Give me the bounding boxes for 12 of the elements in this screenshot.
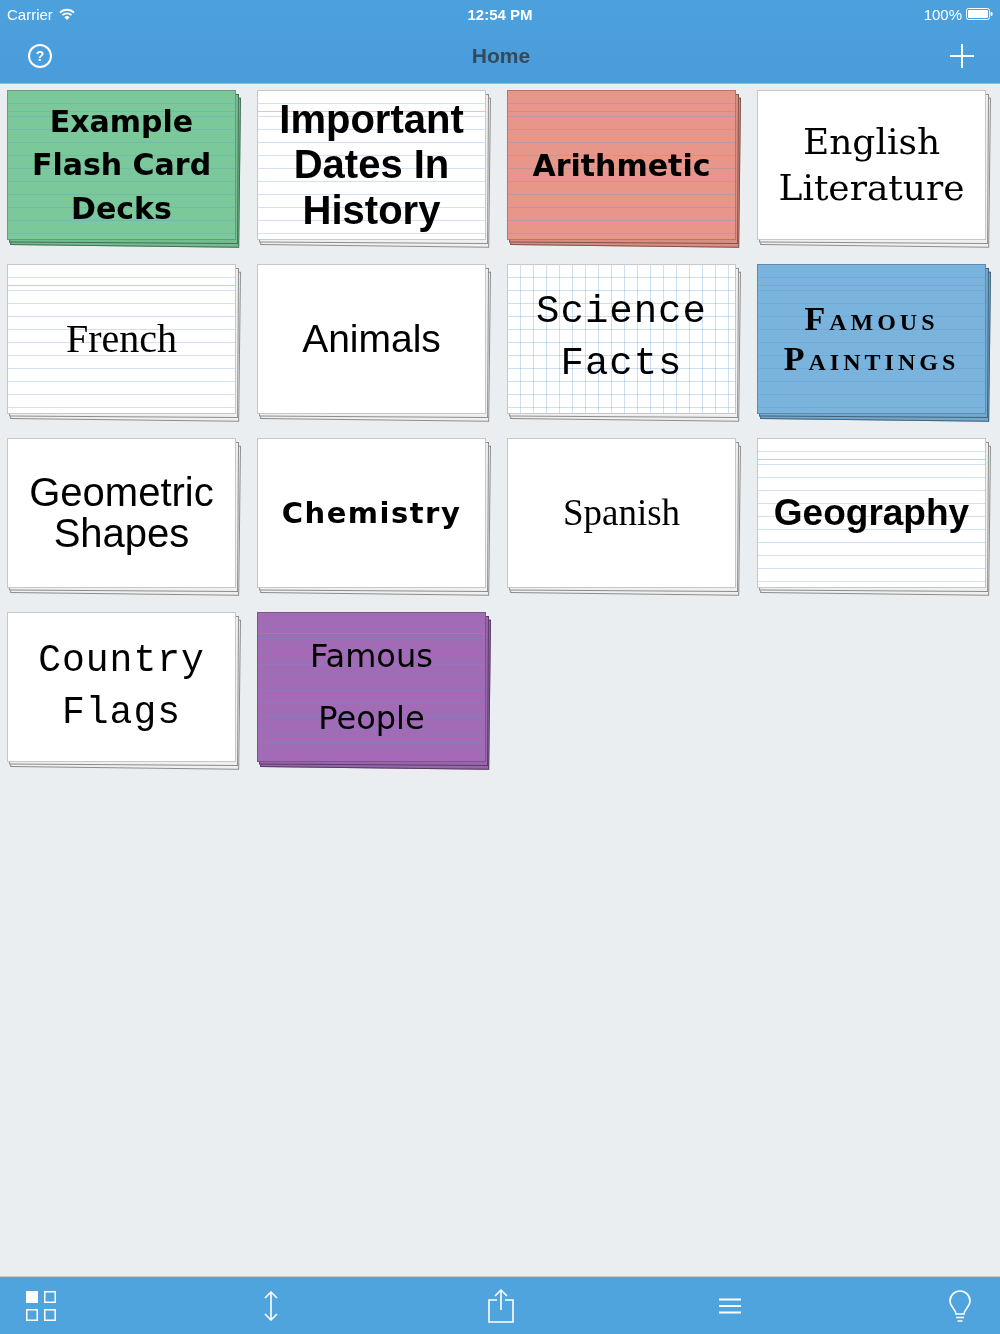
plus-icon[interactable] — [950, 43, 974, 68]
carrier-name: Carrier — [7, 5, 53, 23]
share-icon[interactable] — [487, 1288, 514, 1323]
clock-time: 12:54 PM — [467, 5, 533, 23]
lightbulb-icon[interactable] — [949, 1289, 971, 1322]
nav-title: Home — [471, 43, 531, 68]
menu-icon[interactable] — [719, 1297, 742, 1314]
battery-percent: 100% — [923, 5, 962, 23]
up-down-arrow-icon[interactable] — [263, 1290, 278, 1321]
grid-icon[interactable] — [26, 1290, 56, 1321]
wifi-icon — [58, 8, 75, 20]
battery-icon — [966, 8, 993, 20]
